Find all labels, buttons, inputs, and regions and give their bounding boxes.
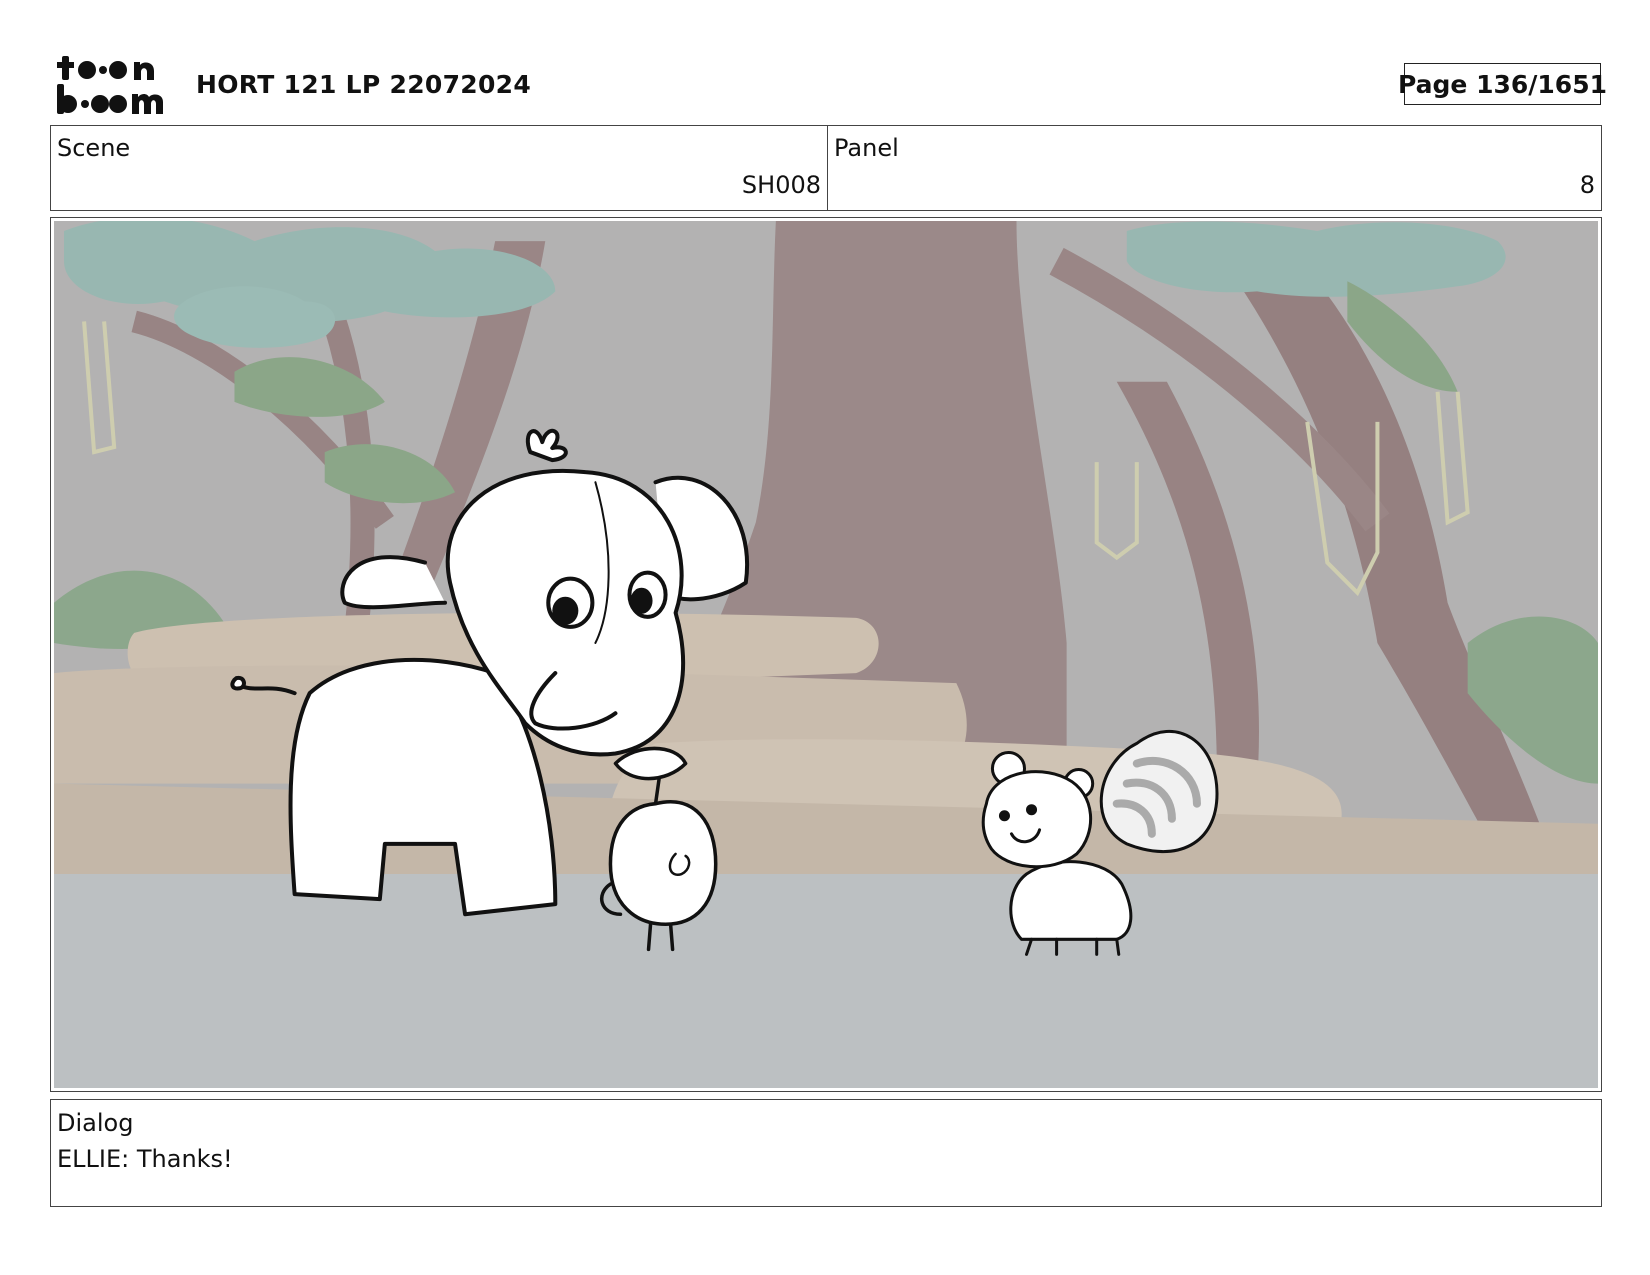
page-label: Page xyxy=(1398,69,1468,99)
scene-label: Scene xyxy=(57,134,131,162)
panel-cell: Panel 8 xyxy=(828,126,1601,210)
scene-cell: Scene SH008 xyxy=(51,126,828,210)
squirrel-body xyxy=(1009,860,1133,941)
elephant-left-pupil xyxy=(552,596,579,625)
storyboard-frame xyxy=(50,217,1602,1092)
scene-panel-row: Scene SH008 Panel 8 xyxy=(50,125,1602,211)
dialog-box: Dialog ELLIE: Thanks! xyxy=(50,1099,1602,1207)
panel-artwork xyxy=(54,221,1598,1088)
toonboom-logo xyxy=(54,52,172,118)
page-indicator: Page 136/1651 xyxy=(1398,63,1607,105)
panel-value: 8 xyxy=(1579,171,1595,199)
page-number: 136/1651 xyxy=(1476,69,1607,99)
wash xyxy=(54,221,1598,1088)
dialog-label: Dialog xyxy=(57,1109,134,1137)
squirrel-right-eye xyxy=(1026,804,1038,816)
dialog-text: ELLIE: Thanks! xyxy=(57,1145,233,1173)
toonboom-logo-mark xyxy=(57,56,163,114)
scene-value: SH008 xyxy=(741,171,821,199)
project-title: HORT 121 LP 22072024 xyxy=(196,70,532,99)
elephant-right-pupil xyxy=(630,587,653,614)
sprout-body xyxy=(608,800,718,927)
squirrel-left-eye xyxy=(998,810,1010,822)
squirrel-head xyxy=(981,770,1093,869)
panel-label: Panel xyxy=(834,134,899,162)
elephant-tail-tip xyxy=(230,675,246,691)
